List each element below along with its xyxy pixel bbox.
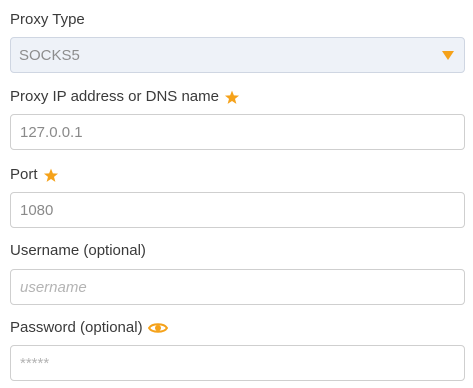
proxy-settings-form: Proxy Type SOCKS5 Proxy IP address or DN… [0,0,473,388]
proxy-address-field[interactable] [10,114,465,150]
proxy-address-input[interactable] [11,115,464,149]
star-icon [224,90,240,105]
proxy-type-label: Proxy Type [10,11,85,29]
proxy-address-label: Proxy IP address or DNS name [10,88,240,106]
username-input[interactable] [11,270,464,304]
username-field[interactable] [10,269,465,305]
password-field[interactable] [10,345,465,381]
username-label-text: Username (optional) [10,242,146,259]
star-icon [43,168,59,183]
port-label-text: Port [10,166,38,183]
password-label: Password (optional) [10,319,168,337]
proxy-type-value: SOCKS5 [19,46,80,64]
proxy-type-select[interactable]: SOCKS5 [10,37,465,73]
eye-icon[interactable] [147,321,168,335]
username-label: Username (optional) [10,242,146,260]
proxy-type-label-text: Proxy Type [10,11,85,28]
password-input[interactable] [11,346,464,380]
port-field[interactable] [10,192,465,228]
chevron-down-icon [441,49,455,61]
proxy-address-label-text: Proxy IP address or DNS name [10,88,219,105]
password-label-text: Password (optional) [10,319,143,336]
port-label: Port [10,166,59,184]
port-input[interactable] [11,193,464,227]
